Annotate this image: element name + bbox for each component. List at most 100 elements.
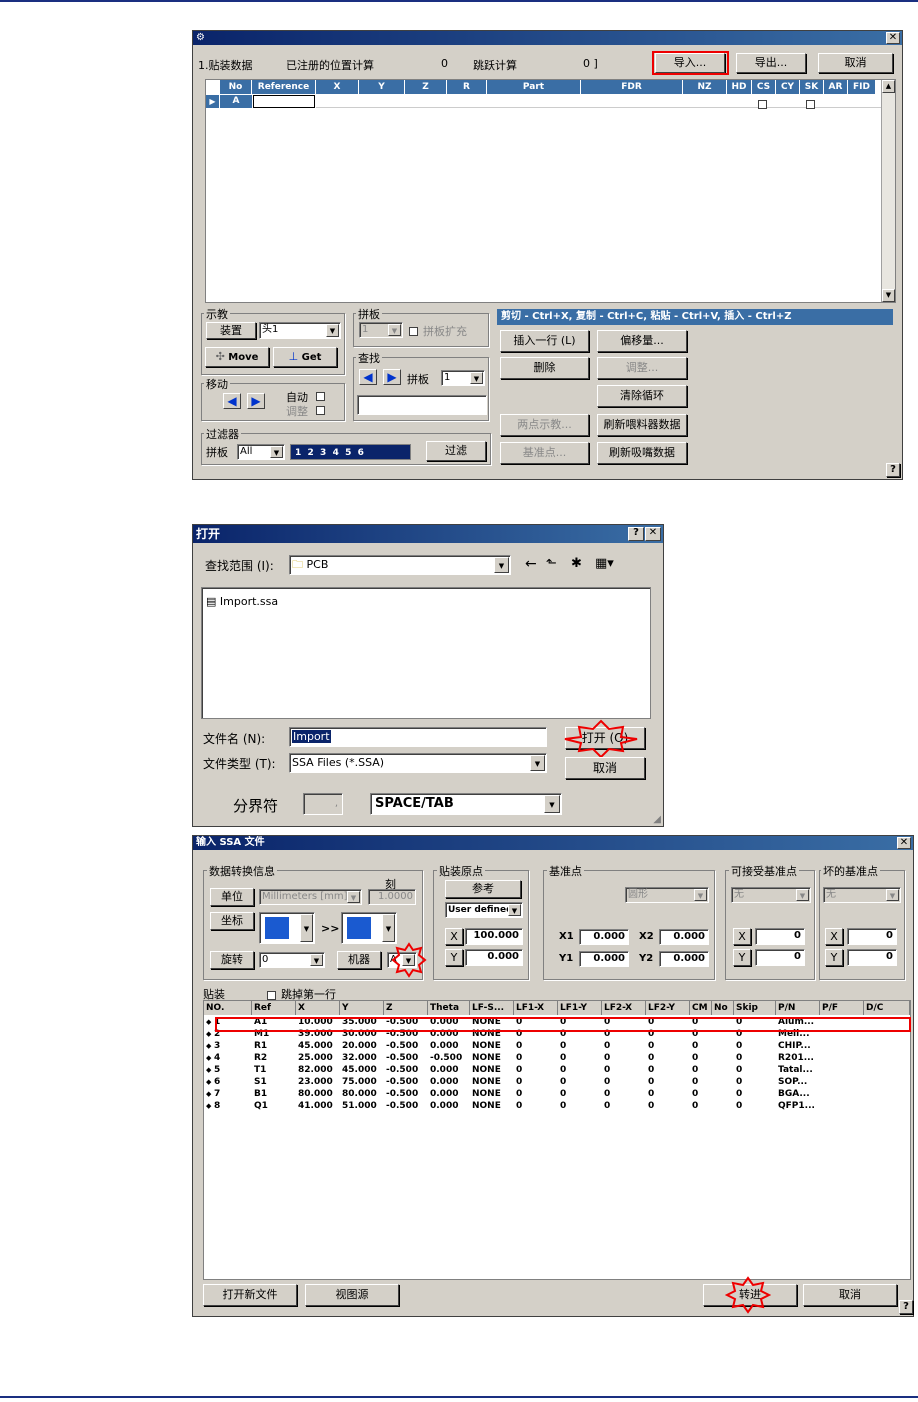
chevron-down-icon[interactable]: ▼ xyxy=(530,755,545,771)
acc-y-button[interactable]: Y xyxy=(733,949,751,966)
scroll-up-icon[interactable]: ▲ xyxy=(882,80,895,93)
origin-mode-select[interactable]: User defined ▼ xyxy=(445,902,523,918)
list-item[interactable]: ▤ Import.ssa xyxy=(206,595,278,608)
filename-input[interactable]: Import xyxy=(289,727,547,747)
ssa-data-table[interactable]: NO. Ref X Y Z Theta LF-S... LF1-X LF1-Y … xyxy=(203,1000,911,1280)
close-icon[interactable]: ✕ xyxy=(645,527,661,541)
origin-x-button[interactable]: X xyxy=(445,928,463,945)
chevron-down-icon[interactable]: ▼ xyxy=(388,324,401,336)
scale-input[interactable]: 1.0000 xyxy=(368,889,416,905)
up-folder-icon[interactable]: ⬑ xyxy=(546,556,557,571)
y1-input[interactable]: 0.000 xyxy=(579,951,629,967)
cs-checkbox[interactable] xyxy=(758,97,767,110)
arrow-left-button[interactable]: ◀ xyxy=(223,393,241,409)
fiducial-shape-select[interactable]: 圆形 ▼ xyxy=(625,887,709,903)
chevron-down-icon[interactable]: ▼ xyxy=(300,914,313,942)
coord-button[interactable]: 坐标 xyxy=(210,912,254,930)
delete-button[interactable]: 删除 xyxy=(500,357,589,379)
table-row[interactable]: 4 ◆ R2 25.000 32.000 -0.500 -0.500 NONE 0 0 0 0 0 0 R2… xyxy=(204,1053,910,1065)
machine-button[interactable]: 机器 xyxy=(337,951,381,969)
new-folder-icon[interactable]: ✱ xyxy=(571,556,582,571)
panel-select[interactable]: 1 ▼ xyxy=(359,322,403,338)
bad-x-button[interactable]: X xyxy=(825,928,843,945)
two-point-teach-button[interactable]: 两点示教... xyxy=(500,414,589,436)
panel-expand-checkbox[interactable] xyxy=(409,324,418,337)
mount-button[interactable]: 装置 xyxy=(206,322,256,339)
origin-y-button[interactable]: Y xyxy=(445,949,463,966)
view-menu-icon[interactable]: ▦▾ xyxy=(595,556,614,571)
table-row[interactable]: 3 ◆ R1 45.000 20.000 -0.500 0.000 NONE 0 0 0 0 0 0 CHI… xyxy=(204,1041,910,1053)
placement-grid[interactable]: No Reference X Y Z R Part FDR NZ HD CS C… xyxy=(205,79,896,303)
chevron-down-icon[interactable]: ▼ xyxy=(326,324,339,337)
rotate-select[interactable]: 0 ▼ xyxy=(259,952,325,968)
bad-x-input[interactable]: 0 xyxy=(847,928,897,945)
chevron-down-icon[interactable]: ▼ xyxy=(347,891,360,903)
table-row[interactable]: ▶ A xyxy=(206,95,882,110)
acc-x-button[interactable]: X xyxy=(733,928,751,945)
table-row[interactable]: 5 ◆ T1 82.000 45.000 -0.500 0.000 NONE 0 0 0 0 0 0 Tat… xyxy=(204,1065,910,1077)
lookin-select[interactable]: 🗀 PCB ▼ xyxy=(289,555,511,575)
chevron-down-icon[interactable]: ▼ xyxy=(796,889,809,901)
back-icon[interactable]: ← xyxy=(525,556,537,572)
reference-button[interactable]: 参考 xyxy=(445,880,521,898)
unit-button[interactable]: 单位 xyxy=(210,888,254,906)
offset-button[interactable]: 偏移量... xyxy=(597,330,687,352)
bad-y-input[interactable]: 0 xyxy=(847,949,897,966)
sk-checkbox[interactable] xyxy=(806,97,815,110)
close-icon[interactable]: ✕ xyxy=(897,837,911,849)
arrow-right-button[interactable]: ▶ xyxy=(247,393,265,409)
origin-y-input[interactable]: 0.000 xyxy=(465,949,523,966)
filter-panel-select[interactable]: All ▼ xyxy=(237,444,285,460)
open-new-file-button[interactable]: 打开新文件 xyxy=(203,1284,297,1306)
vertical-scrollbar[interactable]: ▲ ▼ xyxy=(881,80,895,302)
find-input[interactable] xyxy=(357,395,487,415)
scroll-down-icon[interactable]: ▼ xyxy=(882,289,895,302)
adjust-checkbox[interactable] xyxy=(316,403,325,416)
adjust-button[interactable]: 调整... xyxy=(597,357,687,379)
filter-numbers[interactable]: 1 2 3 4 5 6 xyxy=(290,444,411,460)
coord-to-select[interactable]: ▼ xyxy=(341,912,397,944)
find-panel-select[interactable]: 1 ▼ xyxy=(441,370,485,386)
filter-button[interactable]: 过滤 xyxy=(426,441,486,461)
rotate-button[interactable]: 旋转 xyxy=(210,951,254,969)
chevron-down-icon[interactable]: ▼ xyxy=(382,914,395,942)
refresh-nozzle-button[interactable]: 刷新吸嘴数据 xyxy=(597,442,687,464)
table-row[interactable]: 6 ◆ S1 23.000 75.000 -0.500 0.000 NONE 0 0 0 0 0 0 SOP… xyxy=(204,1077,910,1089)
y2-input[interactable]: 0.000 xyxy=(659,951,709,967)
acc-y-input[interactable]: 0 xyxy=(755,949,805,966)
table-row[interactable]: 8 ◆ Q1 41.000 51.000 -0.500 0.000 NONE 0 0 0 0 0 0 QFP… xyxy=(204,1101,910,1113)
file-list[interactable]: ▤ Import.ssa xyxy=(201,587,651,719)
help-button[interactable]: ? xyxy=(899,1300,913,1314)
acceptable-fiducial-select[interactable]: 无 ▼ xyxy=(731,887,811,903)
find-prev-button[interactable]: ◀ xyxy=(359,369,377,385)
bad-y-button[interactable]: Y xyxy=(825,949,843,966)
resize-grip-icon[interactable]: ◢ xyxy=(653,814,661,825)
unit-select[interactable]: Millimeters [mm] ▼ xyxy=(259,889,362,905)
export-button[interactable]: 导出... xyxy=(736,53,806,73)
chevron-down-icon[interactable]: ▼ xyxy=(494,557,509,573)
close-icon[interactable]: ✕ xyxy=(886,32,900,44)
chevron-down-icon[interactable]: ▼ xyxy=(508,904,521,916)
find-next-button[interactable]: ▶ xyxy=(383,369,401,385)
reference-cell[interactable] xyxy=(253,95,315,108)
chevron-down-icon[interactable]: ▼ xyxy=(270,446,283,458)
chevron-down-icon[interactable]: ▼ xyxy=(470,372,483,384)
help-button[interactable]: ? xyxy=(886,463,900,477)
x1-input[interactable]: 0.000 xyxy=(579,929,629,945)
fiducial-button[interactable]: 基准点... xyxy=(500,442,589,464)
origin-x-input[interactable]: 100.000 xyxy=(465,928,523,945)
move-button[interactable]: ✣ Move xyxy=(205,347,269,367)
head-select[interactable]: 头1 ▼ xyxy=(259,322,341,339)
chevron-down-icon[interactable]: ▼ xyxy=(310,954,323,966)
filetype-select[interactable]: SSA Files (*.SSA) ▼ xyxy=(289,753,547,773)
get-button[interactable]: ⊥ Get xyxy=(273,347,337,367)
cancel-button[interactable]: 取消 xyxy=(565,757,645,779)
chevron-down-icon[interactable]: ▼ xyxy=(886,889,899,901)
insert-row-button[interactable]: 插入一行 (L) xyxy=(500,330,589,352)
acc-x-input[interactable]: 0 xyxy=(755,928,805,945)
table-row[interactable]: 7 ◆ B1 80.000 80.000 -0.500 0.000 NONE 0 0 0 0 0 0 BGA… xyxy=(204,1089,910,1101)
view-source-button[interactable]: 视图源 xyxy=(305,1284,399,1306)
separator-input[interactable]: , xyxy=(303,793,343,815)
chevron-down-icon[interactable]: ▼ xyxy=(694,889,707,901)
x2-input[interactable]: 0.000 xyxy=(659,929,709,945)
